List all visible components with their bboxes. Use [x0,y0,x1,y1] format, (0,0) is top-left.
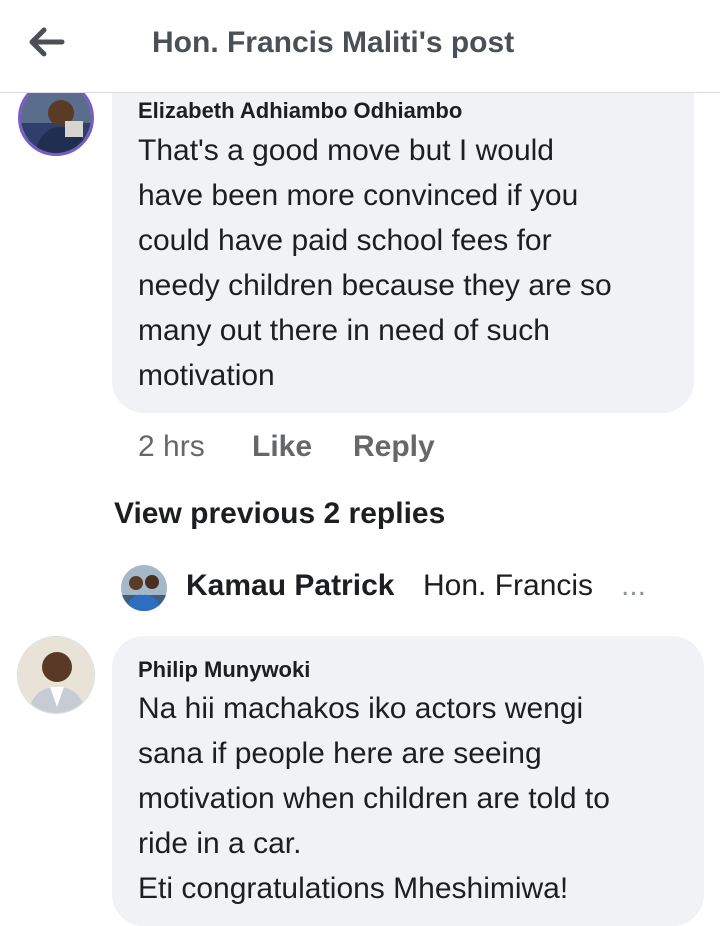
avatar-kamau[interactable] [121,565,167,611]
top-bar: Hon. Francis Maliti's post [0,0,720,93]
like-button[interactable]: Like [252,430,312,464]
comment-author[interactable]: Elizabeth Adhiambo Odhiambo [138,98,462,124]
comment-text: That's a good move but I would have been… [138,134,612,392]
avatar-philip[interactable] [17,636,95,714]
reply-ellipsis: ... [621,569,647,602]
reply-button[interactable]: Reply [353,430,435,464]
comment-text: Na hii machakos iko actors wengi sana if… [138,692,610,905]
view-previous-replies[interactable]: View previous 2 replies [114,497,445,531]
page-title: Hon. Francis Maliti's post [152,26,515,59]
reply-author[interactable]: Kamau Patrick [186,569,394,603]
comment-time[interactable]: 2 hrs [138,430,205,464]
arrow-left-icon [29,27,65,57]
reply-snippet[interactable]: Hon. Francis [423,569,593,603]
comment-author[interactable]: Philip Munywoki [138,657,310,683]
back-button[interactable] [22,22,70,62]
